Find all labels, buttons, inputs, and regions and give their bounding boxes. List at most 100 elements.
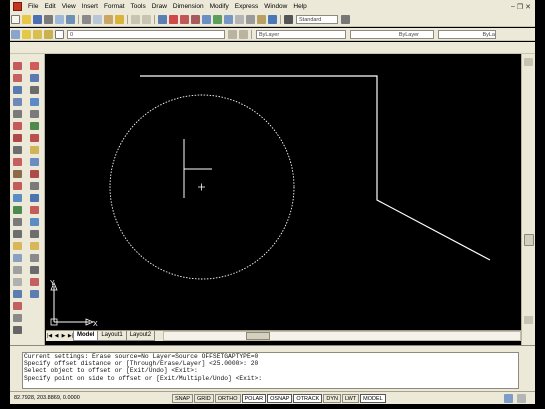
make-current-layer-icon[interactable] xyxy=(228,29,237,39)
break-at-point-icon[interactable] xyxy=(30,194,39,202)
scroll-up-icon[interactable] xyxy=(524,58,533,66)
menu-modify[interactable]: Modify xyxy=(207,3,232,10)
vertical-scrollbar[interactable] xyxy=(521,54,535,345)
copy-object-icon[interactable] xyxy=(30,74,39,82)
autocad-app-icon[interactable] xyxy=(13,2,22,11)
scale-icon[interactable] xyxy=(30,146,39,154)
modify-tool-icon[interactable] xyxy=(30,290,39,298)
menu-draw[interactable]: Draw xyxy=(149,3,170,10)
draw-tool-icon[interactable] xyxy=(13,302,22,310)
plot-preview-icon[interactable] xyxy=(55,15,64,24)
text-style-select[interactable]: Standard xyxy=(296,15,338,24)
osnap-toggle[interactable]: OSNAP xyxy=(267,393,293,403)
layer-lock-icon[interactable] xyxy=(44,29,53,39)
menu-tools[interactable]: Tools xyxy=(128,3,149,10)
region-icon[interactable] xyxy=(13,254,22,262)
paste-icon[interactable] xyxy=(104,15,113,24)
chamfer-icon[interactable] xyxy=(30,230,39,238)
construction-line-icon[interactable] xyxy=(13,74,22,82)
ellipse-icon[interactable] xyxy=(13,170,22,178)
arc-icon[interactable] xyxy=(13,122,22,130)
prev-tab-icon[interactable]: ◀ xyxy=(53,332,60,340)
calculator-icon[interactable] xyxy=(257,15,266,24)
cut-icon[interactable] xyxy=(82,15,91,24)
circle-icon[interactable] xyxy=(13,134,22,142)
erase-icon[interactable] xyxy=(30,62,39,70)
polyline-icon[interactable] xyxy=(13,86,22,94)
layer-on-icon[interactable] xyxy=(22,29,31,39)
modify-tool-icon[interactable] xyxy=(30,278,39,286)
explode-icon[interactable] xyxy=(30,254,39,262)
horizontal-scrollbar[interactable] xyxy=(163,331,521,341)
drawing-canvas-svg[interactable]: Y X xyxy=(46,54,521,330)
layer-color-swatch[interactable] xyxy=(55,29,64,39)
grid-toggle[interactable]: GRID xyxy=(193,393,214,403)
snap-toggle[interactable]: SNAP xyxy=(172,393,193,403)
menu-view[interactable]: View xyxy=(59,3,79,10)
minimize-icon[interactable]: – xyxy=(511,3,515,11)
modify-tool-icon[interactable] xyxy=(30,266,39,274)
lwt-toggle[interactable]: LWT xyxy=(341,393,360,403)
menu-format[interactable]: Format xyxy=(101,3,128,10)
communication-center-icon[interactable] xyxy=(504,393,513,403)
command-prompt[interactable]: Specify point on side to offset or [Exit… xyxy=(24,375,518,382)
gradient-icon[interactable] xyxy=(13,242,22,250)
ortho-toggle[interactable]: ORTHO xyxy=(214,393,241,403)
color-select[interactable]: ByLayer xyxy=(256,29,346,39)
scroll-down-icon[interactable] xyxy=(524,316,533,324)
text-style-icon[interactable] xyxy=(284,15,293,24)
next-tab-icon[interactable]: ▶ xyxy=(60,332,67,340)
ellipse-arc-icon[interactable] xyxy=(13,182,22,190)
dim-style-icon[interactable] xyxy=(341,15,350,24)
tab-layout1[interactable]: Layout1 xyxy=(97,331,127,341)
sheet-set-icon[interactable] xyxy=(235,15,244,24)
model-toggle[interactable]: MODEL xyxy=(360,393,386,403)
array-icon[interactable] xyxy=(30,110,39,118)
publish-icon[interactable] xyxy=(66,15,75,24)
polygon-icon[interactable] xyxy=(13,98,22,106)
new-file-icon[interactable] xyxy=(11,15,20,24)
layer-previous-icon[interactable] xyxy=(239,29,248,39)
design-center-icon[interactable] xyxy=(213,15,222,24)
command-history[interactable]: Current settings: Erase source=No Layer=… xyxy=(22,352,519,389)
close-icon[interactable]: ✕ xyxy=(525,3,531,11)
draw-tool-icon[interactable] xyxy=(13,314,22,322)
point-icon[interactable] xyxy=(13,218,22,226)
zoom-previous-icon[interactable] xyxy=(191,15,200,24)
otrack-toggle[interactable]: OTRACK xyxy=(293,393,323,403)
pan-icon[interactable] xyxy=(158,15,167,24)
mirror-icon[interactable] xyxy=(30,86,39,94)
save-icon[interactable] xyxy=(33,15,42,24)
menu-file[interactable]: File xyxy=(25,3,41,10)
text-icon[interactable] xyxy=(13,326,22,334)
trim-icon[interactable] xyxy=(30,170,39,178)
first-tab-icon[interactable]: |◀ xyxy=(46,332,53,340)
layer-select[interactable]: 0 xyxy=(67,29,225,39)
match-properties-icon[interactable] xyxy=(115,15,124,24)
coordinate-readout[interactable]: 82.7928, 203.8869, 0.0000 xyxy=(10,395,172,401)
menu-express[interactable]: Express xyxy=(232,3,261,10)
polyline-object[interactable] xyxy=(140,75,491,261)
extend-icon[interactable] xyxy=(30,182,39,190)
line-icon[interactable] xyxy=(13,62,22,70)
polar-toggle[interactable]: POLAR xyxy=(241,393,267,403)
print-icon[interactable] xyxy=(44,15,53,24)
join-icon[interactable] xyxy=(30,218,39,226)
scroll-thumb[interactable] xyxy=(524,234,534,246)
menu-dimension[interactable]: Dimension xyxy=(170,3,207,10)
properties-icon[interactable] xyxy=(202,15,211,24)
scroll-thumb[interactable] xyxy=(246,332,271,340)
draw-tool-icon[interactable] xyxy=(13,290,22,298)
menu-insert[interactable]: Insert xyxy=(79,3,101,10)
move-icon[interactable] xyxy=(30,122,39,130)
dyn-toggle[interactable]: DYN xyxy=(323,393,341,403)
rotate-icon[interactable] xyxy=(30,134,39,142)
tool-palettes-icon[interactable] xyxy=(224,15,233,24)
zoom-realtime-icon[interactable] xyxy=(169,15,178,24)
table-icon[interactable] xyxy=(13,266,22,274)
linetype-select[interactable]: ByLayer xyxy=(350,29,434,39)
spline-icon[interactable] xyxy=(13,158,22,166)
make-block-icon[interactable] xyxy=(13,206,22,214)
hatch-icon[interactable] xyxy=(13,230,22,238)
tab-layout2[interactable]: Layout2 xyxy=(125,331,156,341)
